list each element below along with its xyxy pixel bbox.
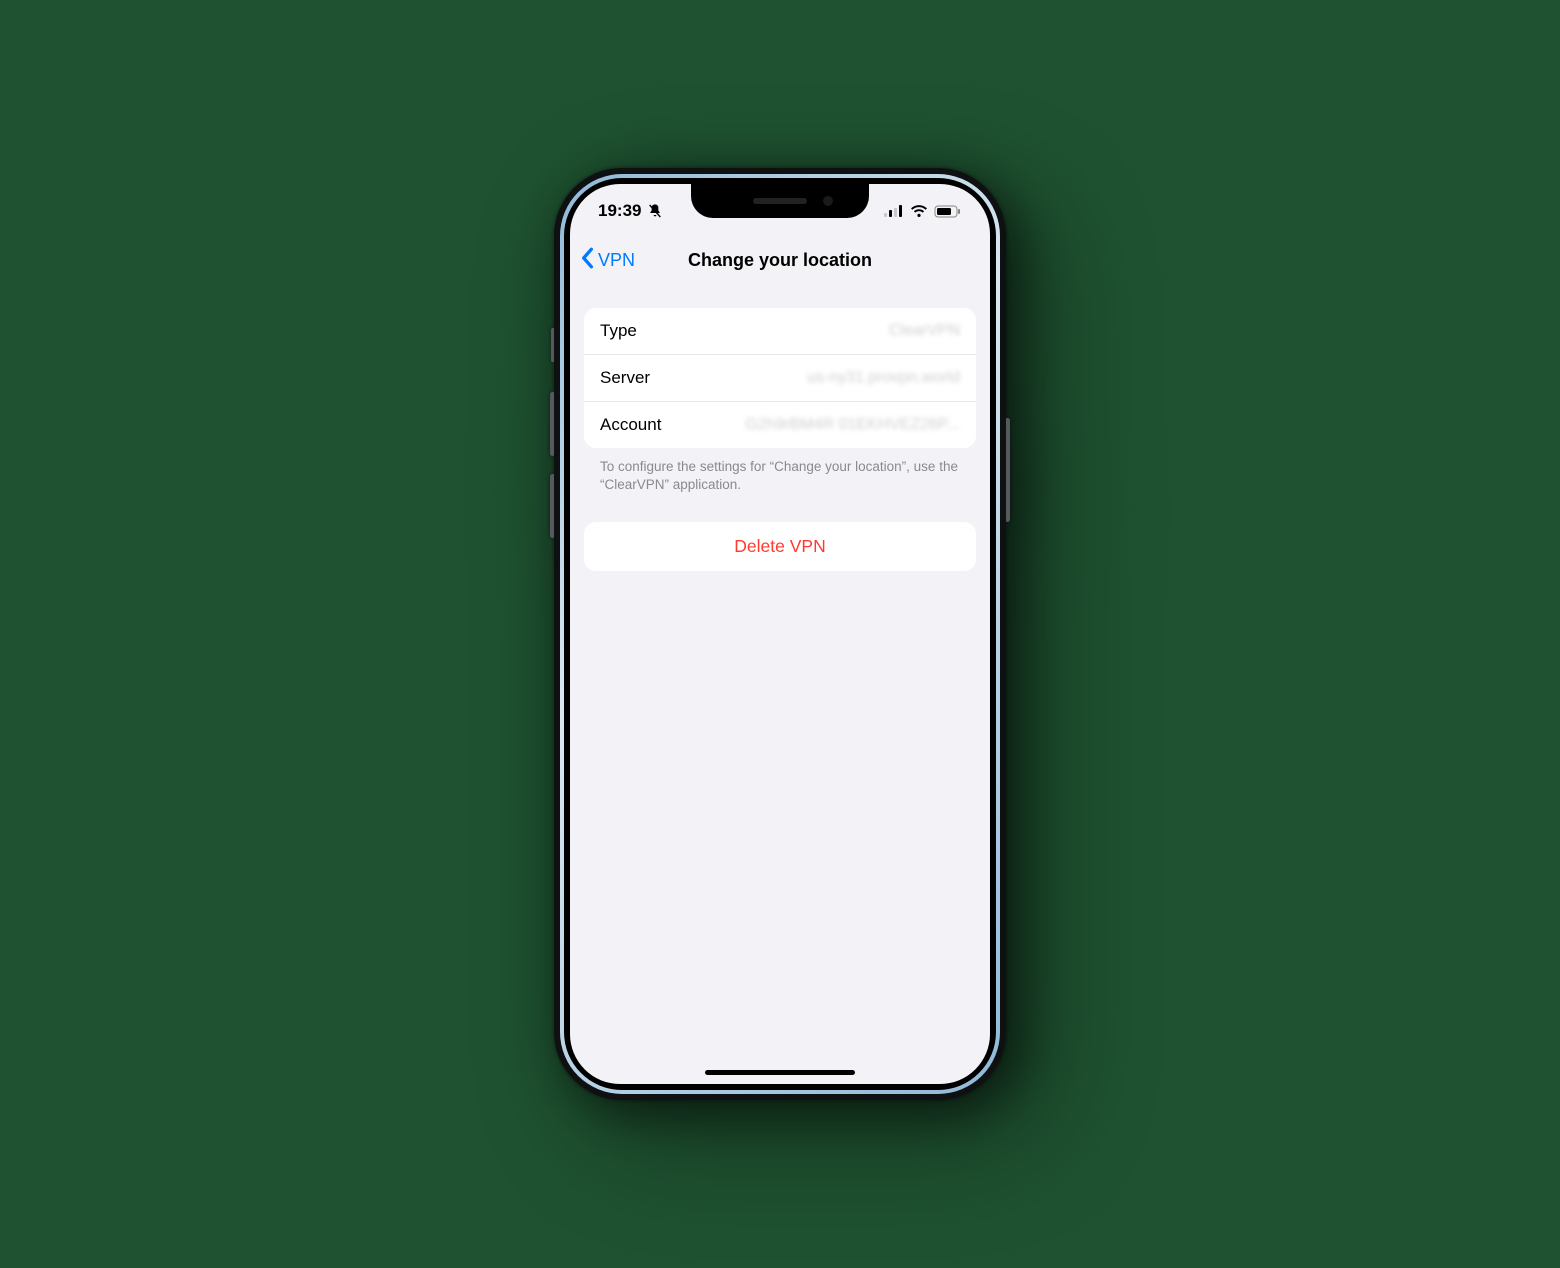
back-button[interactable]: VPN — [580, 238, 635, 282]
silent-mode-icon — [647, 203, 663, 219]
wifi-icon — [910, 205, 928, 218]
detail-row-account: Account G2h9rBM4R 01EKHVEZ26P... — [584, 401, 976, 448]
battery-icon — [934, 205, 962, 218]
navigation-bar: VPN Change your location — [570, 238, 990, 282]
screen: 19:39 — [570, 184, 990, 1084]
row-label: Type — [600, 321, 637, 341]
chevron-left-icon — [580, 247, 594, 274]
home-indicator[interactable] — [705, 1070, 855, 1075]
delete-group: Delete VPN — [584, 522, 976, 571]
row-label: Account — [600, 415, 661, 435]
delete-vpn-button[interactable]: Delete VPN — [584, 522, 976, 571]
detail-row-server: Server us-ny31.provpn.world — [584, 354, 976, 401]
page-title: Change your location — [688, 250, 872, 271]
cellular-signal-icon — [884, 205, 904, 218]
row-label: Server — [600, 368, 650, 388]
phone-mockup: 19:39 — [554, 168, 1006, 1100]
vpn-details-group: Type ClearVPN Server us-ny31.provpn.worl… — [584, 308, 976, 448]
row-value: G2h9rBM4R 01EKHVEZ26P... — [745, 416, 960, 434]
back-label: VPN — [598, 250, 635, 271]
detail-row-type: Type ClearVPN — [584, 308, 976, 354]
row-value: us-ny31.provpn.world — [807, 369, 960, 387]
notch — [691, 184, 869, 218]
status-time: 19:39 — [598, 201, 641, 221]
group-footer-text: To configure the settings for “Change yo… — [584, 448, 976, 494]
phone-frame: 19:39 — [554, 168, 1006, 1100]
row-value: ClearVPN — [889, 322, 960, 340]
